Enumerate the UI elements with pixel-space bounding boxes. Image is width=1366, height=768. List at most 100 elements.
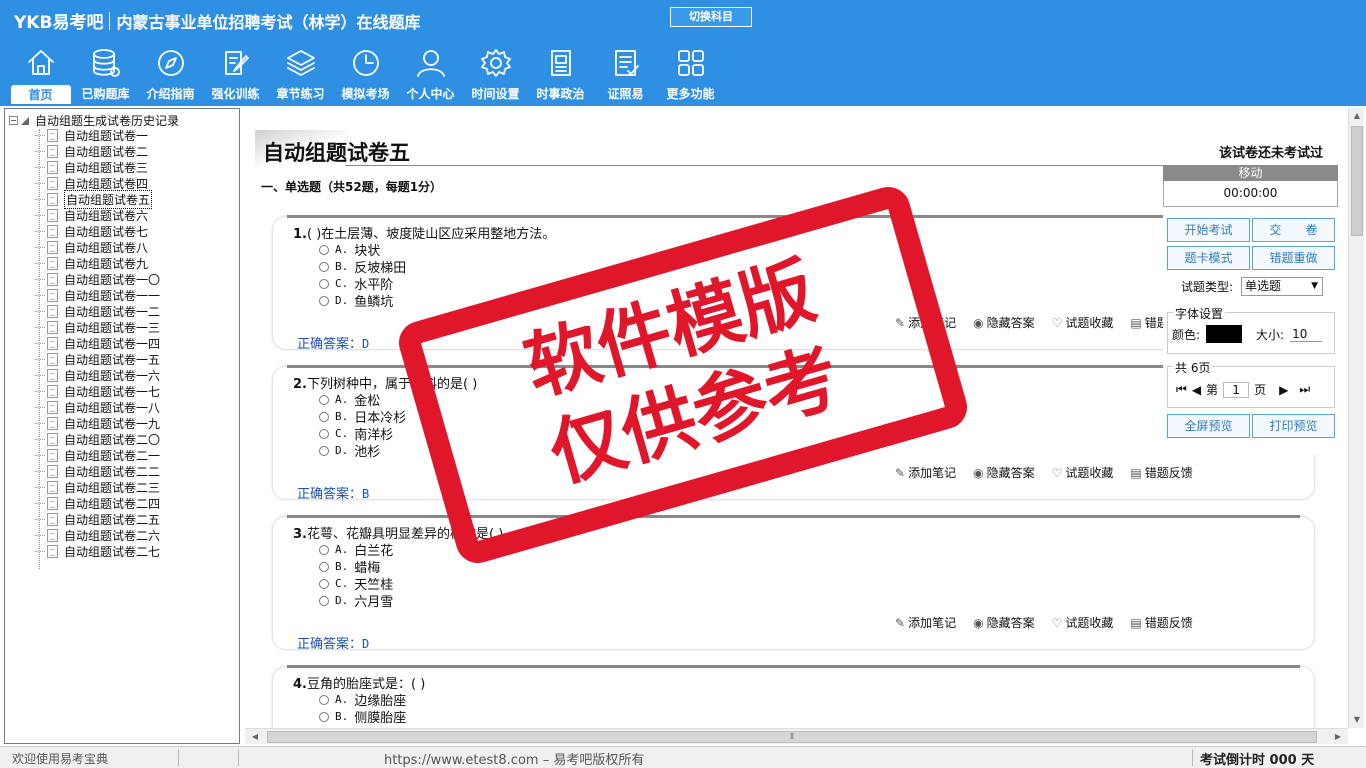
tree-item[interactable]: 自动组题试卷一六: [35, 367, 160, 383]
feedback-button[interactable]: ▤错题反馈: [1130, 614, 1192, 631]
nav-item-6[interactable]: 个人中心: [398, 46, 463, 104]
hide-answer-button[interactable]: ◉ 隐藏答案: [973, 614, 1035, 631]
page-number-input[interactable]: 1: [1223, 381, 1250, 398]
option-radio[interactable]: [319, 561, 329, 572]
option-item[interactable]: D. 六月雪: [319, 592, 393, 610]
feedback-button[interactable]: ▤错题反馈: [1130, 464, 1192, 481]
option-item[interactable]: A. 块状: [319, 241, 406, 259]
option-item[interactable]: A. 白兰花: [319, 541, 393, 559]
tree-item[interactable]: 自动组题试卷二二: [35, 463, 160, 479]
last-page-icon[interactable]: ⏭: [1299, 382, 1310, 397]
tree-item[interactable]: 自动组题试卷二一: [35, 447, 160, 463]
collapse-icon[interactable]: −: [9, 116, 18, 125]
tree-item[interactable]: 自动组题试卷一二: [35, 303, 160, 319]
option-item[interactable]: A. 金松: [319, 391, 406, 409]
tree-item[interactable]: 自动组题试卷二七: [35, 543, 160, 559]
option-item[interactable]: B. 日本冷杉: [319, 408, 406, 426]
option-radio[interactable]: [319, 261, 329, 272]
nav-item-2[interactable]: 介绍指南: [138, 46, 203, 104]
start-exam-button[interactable]: 开始考试: [1167, 218, 1250, 242]
tree-item[interactable]: 自动组题试卷二〇: [35, 431, 160, 447]
scroll-down-icon[interactable]: ▼: [1349, 712, 1365, 728]
submit-exam-button[interactable]: 交 卷: [1252, 218, 1335, 242]
option-item[interactable]: B. 反坡梯田: [319, 258, 406, 276]
option-item[interactable]: D. 池杉: [319, 442, 406, 460]
tree-item[interactable]: 自动组题试卷五: [35, 189, 160, 209]
option-radio[interactable]: [319, 711, 329, 722]
vertical-scroll-thumb[interactable]: [1351, 126, 1363, 236]
tree-item[interactable]: 自动组题试卷三: [35, 159, 160, 175]
option-radio[interactable]: [319, 445, 329, 456]
vertical-scrollbar[interactable]: ▲ ▼: [1348, 108, 1364, 728]
favorite-button[interactable]: ♡ 试题收藏: [1052, 464, 1114, 481]
option-item[interactable]: A. 边缘胎座: [319, 691, 406, 709]
tree-item[interactable]: 自动组题试卷一七: [35, 383, 160, 399]
nav-item-10[interactable]: 更多功能: [658, 46, 723, 104]
option-radio[interactable]: [319, 244, 329, 255]
print-preview-button[interactable]: 打印预览: [1252, 414, 1335, 438]
tree-item[interactable]: 自动组题试卷一八: [35, 399, 160, 415]
favorite-button[interactable]: ♡ 试题收藏: [1052, 614, 1114, 631]
option-item[interactable]: C. 天竺桂: [319, 575, 393, 593]
tree-item[interactable]: 自动组题试卷一三: [35, 319, 160, 335]
scroll-right-icon[interactable]: ▶: [1330, 729, 1346, 745]
option-radio[interactable]: [319, 428, 329, 439]
tree-item[interactable]: 自动组题试卷一九: [35, 415, 160, 431]
tree-item[interactable]: 自动组题试卷一四: [35, 335, 160, 351]
tree-item[interactable]: 自动组题试卷一: [35, 127, 160, 143]
tree-item[interactable]: 自动组题试卷九: [35, 255, 160, 271]
tree-item[interactable]: 自动组题试卷六: [35, 207, 160, 223]
tree-item[interactable]: 自动组题试卷二四: [35, 495, 160, 511]
tree-item[interactable]: 自动组题试卷二五: [35, 511, 160, 527]
nav-item-8[interactable]: 时事政治: [528, 46, 593, 104]
nav-item-9[interactable]: 证照易: [593, 46, 658, 104]
option-item[interactable]: D. 鱼鳞坑: [319, 292, 406, 310]
nav-item-1[interactable]: 已购题库: [73, 46, 138, 104]
option-item[interactable]: C. 水平阶: [319, 275, 406, 293]
hide-answer-button[interactable]: ◉ 隐藏答案: [973, 314, 1035, 331]
tree-item[interactable]: 自动组题试卷二: [35, 143, 160, 159]
option-radio[interactable]: [319, 278, 329, 289]
tree-item[interactable]: 自动组题试卷一五: [35, 351, 160, 367]
nav-item-4[interactable]: 章节练习: [268, 46, 333, 104]
nav-item-7[interactable]: 时间设置: [463, 46, 528, 104]
horizontal-scroll-thumb[interactable]: ⦀: [267, 731, 1317, 743]
favorite-button[interactable]: ♡ 试题收藏: [1052, 314, 1114, 331]
option-radio[interactable]: [319, 544, 329, 555]
first-page-icon[interactable]: ⏮: [1176, 382, 1187, 397]
nav-item-5[interactable]: 模拟考场: [333, 46, 398, 104]
option-radio[interactable]: [319, 595, 329, 606]
tree-item[interactable]: 自动组题试卷二三: [35, 479, 160, 495]
switch-subject-button[interactable]: 切换科目: [670, 7, 752, 27]
add-note-button[interactable]: ✎ 添加笔记: [895, 464, 956, 481]
tree-item[interactable]: 自动组题试卷一一: [35, 287, 160, 303]
option-item[interactable]: C. 南洋杉: [319, 425, 406, 443]
panel-move-handle[interactable]: 移动: [1163, 165, 1338, 181]
redo-wrong-button[interactable]: 错题重做: [1252, 246, 1335, 270]
tree-item[interactable]: 自动组题试卷二六: [35, 527, 160, 543]
font-color-picker[interactable]: [1206, 325, 1243, 343]
add-note-button[interactable]: ✎ 添加笔记: [895, 614, 956, 631]
prev-page-icon[interactable]: ◀: [1192, 383, 1201, 397]
card-mode-button[interactable]: 题卡模式: [1167, 246, 1250, 270]
nav-item-0[interactable]: 首页: [8, 46, 73, 104]
hide-answer-button[interactable]: ◉ 隐藏答案: [973, 464, 1035, 481]
horizontal-scrollbar[interactable]: ◀ ⦀ ▶: [245, 728, 1348, 744]
tree-item[interactable]: 自动组题试卷一〇: [35, 271, 160, 287]
option-radio[interactable]: [319, 694, 329, 705]
option-radio[interactable]: [319, 394, 329, 405]
option-item[interactable]: B. 侧膜胎座: [319, 708, 406, 726]
tree-item[interactable]: 自动组题试卷八: [35, 239, 160, 255]
nav-item-3[interactable]: 强化训练: [203, 46, 268, 104]
question-type-select[interactable]: 单选题: [1241, 277, 1324, 296]
option-item[interactable]: B. 蜡梅: [319, 558, 393, 576]
option-radio[interactable]: [319, 411, 329, 422]
option-radio[interactable]: [319, 578, 329, 589]
fullscreen-preview-button[interactable]: 全屏预览: [1167, 414, 1250, 438]
option-radio[interactable]: [319, 295, 329, 306]
scroll-left-icon[interactable]: ◀: [247, 729, 263, 745]
font-size-input[interactable]: 10: [1290, 327, 1323, 342]
next-page-icon[interactable]: ▶: [1279, 383, 1288, 397]
scroll-up-icon[interactable]: ▲: [1349, 108, 1365, 124]
tree-item[interactable]: 自动组题试卷七: [35, 223, 160, 239]
